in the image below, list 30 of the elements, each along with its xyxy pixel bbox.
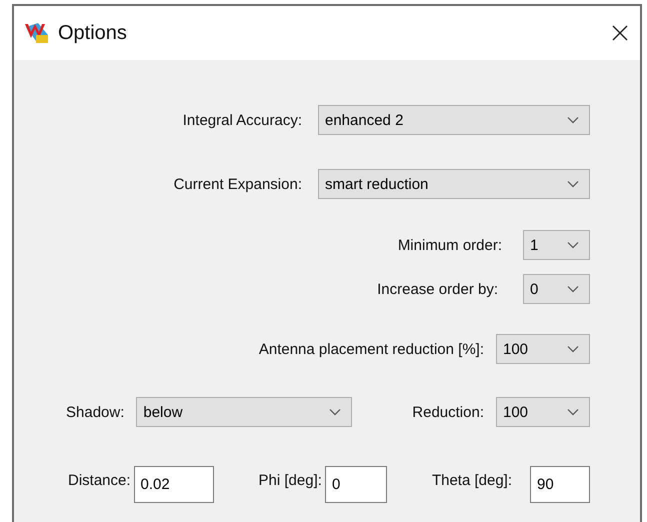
dropdown[interactable]: 100 bbox=[496, 334, 590, 364]
dropdown[interactable]: smart reduction bbox=[318, 169, 590, 199]
field-label: Increase order by: bbox=[377, 280, 498, 298]
window-title: Options bbox=[58, 22, 128, 44]
chevron-down-icon bbox=[567, 116, 579, 124]
input-field[interactable]: 0 bbox=[324, 466, 387, 503]
field-label: Distance: bbox=[68, 472, 131, 489]
field-label: Integral Accuracy: bbox=[182, 112, 302, 128]
chevron-down-icon bbox=[567, 345, 579, 353]
chevron-down-icon bbox=[567, 285, 579, 293]
field-label: Minimum order: bbox=[398, 236, 502, 254]
field-label: Reduction: bbox=[412, 404, 484, 420]
field-label: Current Expansion: bbox=[174, 176, 302, 192]
chevron-down-icon bbox=[567, 408, 579, 416]
field-label: Antenna placement reduction [%]: bbox=[258, 340, 484, 358]
app-logo-icon bbox=[24, 21, 50, 45]
dropdown[interactable]: enhanced 2 bbox=[318, 105, 590, 135]
field-label: Theta [deg]: bbox=[432, 472, 512, 489]
chevron-down-icon bbox=[567, 180, 579, 188]
chevron-down-icon bbox=[329, 408, 342, 416]
input-field[interactable]: 90 bbox=[530, 466, 590, 503]
dropdown[interactable]: below bbox=[136, 397, 352, 427]
dropdown[interactable]: 100 bbox=[496, 397, 590, 427]
close-icon[interactable] bbox=[612, 25, 628, 41]
input-field[interactable]: 0.02 bbox=[134, 466, 214, 503]
chevron-down-icon bbox=[567, 241, 579, 249]
dropdown[interactable]: 1 bbox=[523, 230, 590, 260]
dropdown[interactable]: 0 bbox=[523, 274, 590, 304]
field-label: Shadow: bbox=[66, 404, 124, 420]
field-label: Phi [deg]: bbox=[258, 472, 322, 489]
